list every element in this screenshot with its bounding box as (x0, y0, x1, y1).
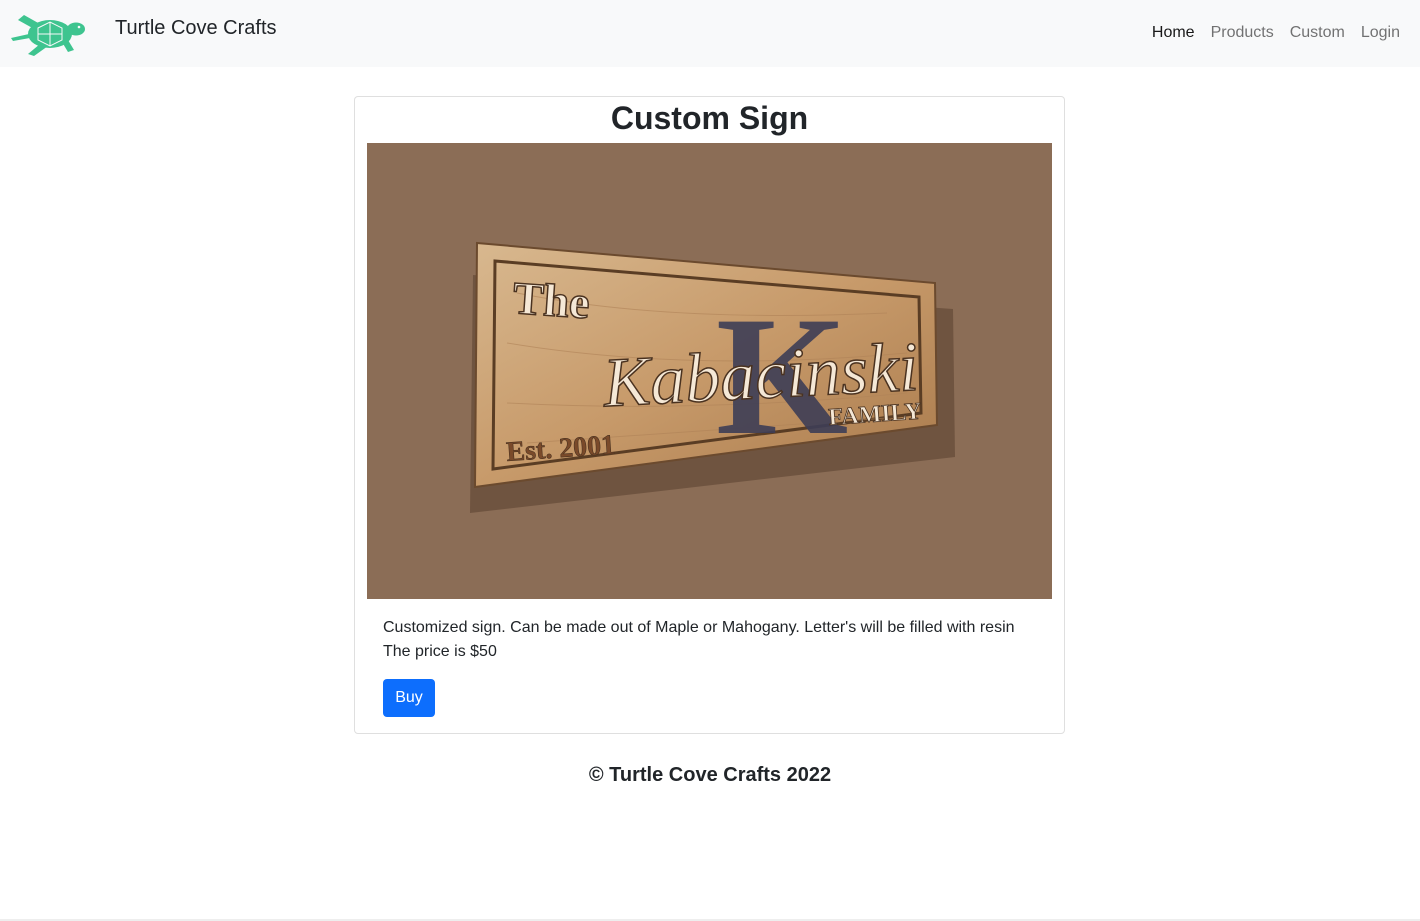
product-image: K The Kabacinski FAMILY Est. 2001 (367, 143, 1052, 599)
nav-menu: Home Products Custom Login (1152, 24, 1400, 42)
nav-login-link[interactable]: Login (1361, 24, 1400, 42)
navbar: Turtle Cove Crafts Home Products Custom … (0, 0, 1420, 67)
product-description: Customized sign. Can be made out of Mapl… (383, 616, 1043, 664)
turtle-icon[interactable] (10, 12, 88, 56)
footer-copyright: © Turtle Cove Crafts 2022 (588, 764, 832, 786)
nav-custom-link[interactable]: Custom (1290, 24, 1345, 42)
buy-button[interactable]: Buy (383, 679, 435, 717)
brand-name[interactable]: Turtle Cove Crafts (115, 17, 277, 40)
product-title: Custom Sign (610, 100, 809, 136)
price-text: The price is $50 (383, 643, 497, 660)
description-text: Customized sign. Can be made out of Mapl… (383, 619, 1015, 636)
nav-home-link[interactable]: Home (1152, 24, 1195, 42)
product-card: Custom Sign K The Kabacinski FAMILY Est.… (354, 96, 1065, 734)
sign-the: The (511, 272, 591, 328)
nav-products-link[interactable]: Products (1211, 24, 1274, 42)
